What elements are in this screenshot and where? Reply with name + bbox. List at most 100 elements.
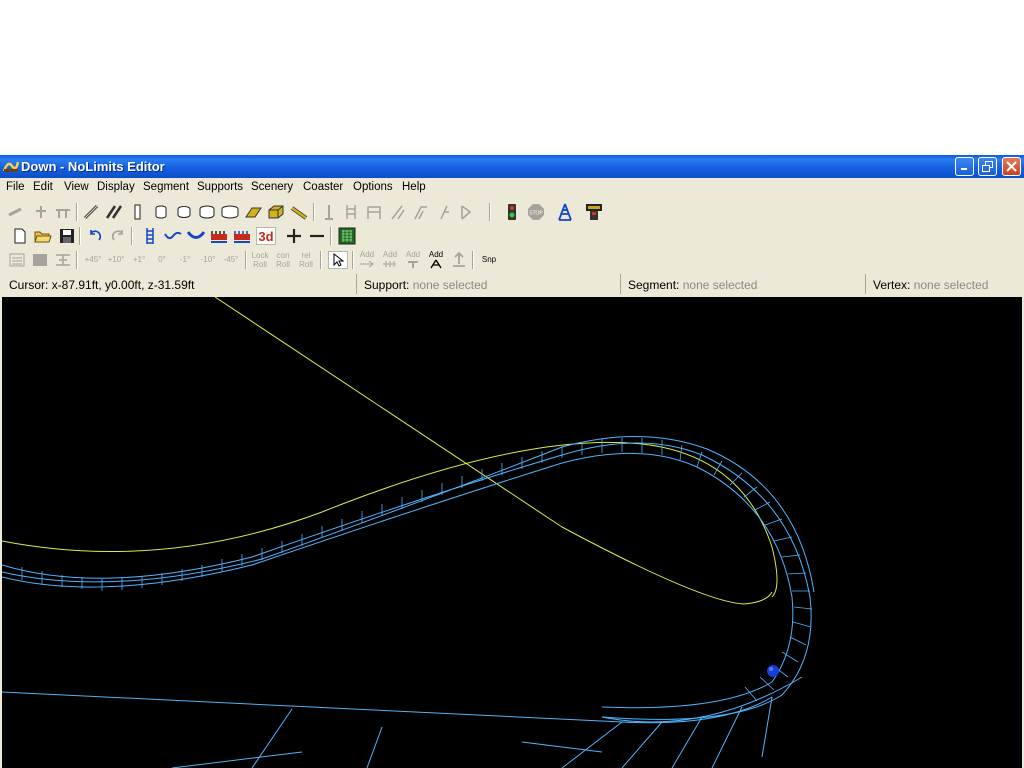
separator <box>330 227 332 245</box>
selected-vertex-marker <box>767 665 779 677</box>
cylinder-medium-icon[interactable] <box>174 203 194 221</box>
toolbar-track: STOP <box>0 200 1024 224</box>
track-valley-icon[interactable] <box>186 227 206 245</box>
rotate-minus45-button[interactable]: -45° <box>221 256 241 264</box>
segment-status-panel: Segment: none selected <box>620 274 863 294</box>
toolbar-file: 3d <box>0 224 1024 248</box>
track-wave-icon[interactable] <box>163 227 183 245</box>
support-status-panel: Support: none selected <box>356 274 618 294</box>
traffic-light-icon[interactable] <box>502 203 522 221</box>
zoom-out-icon[interactable] <box>307 227 327 245</box>
con-roll-button[interactable]: con Roll <box>273 251 293 269</box>
close-icon <box>1006 161 1017 172</box>
disabled-align-icon[interactable] <box>53 251 73 269</box>
track-vertical-icon[interactable] <box>128 203 148 221</box>
menu-segment[interactable]: Segment <box>143 181 189 193</box>
beam-tool-icon[interactable] <box>289 203 309 221</box>
disabled-frame-icon[interactable] <box>364 203 384 221</box>
support-label: Support: <box>364 278 410 292</box>
snap-button[interactable]: Snp <box>479 256 499 264</box>
toggle-3d-label: 3d <box>258 228 274 244</box>
train-red-icon[interactable] <box>209 227 229 245</box>
pointer-icon <box>333 253 344 267</box>
vertex-status-panel: Vertex: none selected <box>865 274 1022 294</box>
menu-options[interactable]: Options <box>353 181 393 193</box>
rotate-minus10-button[interactable]: -10° <box>198 256 218 264</box>
add-vertex-label: Add <box>359 250 375 259</box>
select-pointer-button[interactable] <box>328 251 348 269</box>
stop-sign-icon[interactable]: STOP <box>526 203 546 221</box>
menu-edit[interactable]: Edit <box>33 181 53 193</box>
cursor-label: Cursor: <box>9 278 49 292</box>
add-segment-button[interactable]: Add <box>380 251 400 269</box>
rel-roll-button[interactable]: rel Roll <box>296 251 316 269</box>
rotate-minus1-button[interactable]: -1° <box>175 256 195 264</box>
disabled-connector-icon[interactable] <box>53 203 73 221</box>
segment-status-text: Segment: none selected <box>628 278 757 292</box>
lower-track-lattice <box>1 676 803 768</box>
draw-double-segment-icon[interactable] <box>104 203 124 221</box>
close-button[interactable] <box>1002 157 1021 176</box>
separator <box>131 227 133 245</box>
add-support-button[interactable]: Add <box>403 251 423 269</box>
support-tower-icon[interactable] <box>555 203 575 221</box>
menu-supports[interactable]: Supports <box>197 181 243 193</box>
rotate-plus1-button[interactable]: +1° <box>129 256 149 264</box>
menu-help[interactable]: Help <box>402 181 426 193</box>
lock-roll-button[interactable]: Lock Roll <box>250 251 270 269</box>
cylinder-large-icon[interactable] <box>197 203 217 221</box>
disabled-slope-icon[interactable] <box>388 203 408 221</box>
rel-roll-top-label: rel <box>301 251 311 260</box>
menu-file[interactable]: File <box>6 181 25 193</box>
station-sign-icon[interactable] <box>584 203 604 221</box>
menu-scenery[interactable]: Scenery <box>251 181 293 193</box>
train-blue-icon[interactable] <box>232 227 252 245</box>
add-segment-icon <box>383 261 396 267</box>
cursor-value: x-87.91ft, y0.00ft, z-31.59ft <box>51 278 195 292</box>
plate-tool-icon[interactable] <box>243 203 263 221</box>
disabled-pillar-icon[interactable] <box>319 203 339 221</box>
disabled-arch-icon[interactable] <box>411 203 431 221</box>
cylinder-wide-icon[interactable] <box>220 203 240 221</box>
disabled-footer-icon[interactable] <box>449 251 469 269</box>
disabled-tool-icon[interactable] <box>6 203 26 221</box>
disabled-bend-icon[interactable] <box>434 203 454 221</box>
track-straight-icon[interactable] <box>140 227 160 245</box>
disabled-ladder-icon[interactable] <box>341 203 361 221</box>
toggle-3d-button[interactable]: 3d <box>256 227 276 245</box>
add-tower-icon <box>430 259 442 269</box>
undo-icon[interactable] <box>85 227 105 245</box>
draw-segment-icon[interactable] <box>81 203 101 221</box>
new-file-icon[interactable] <box>10 227 30 245</box>
rel-roll-bottom-label: Roll <box>299 260 313 269</box>
disabled-block-icon[interactable] <box>30 251 50 269</box>
track-wireframe-canvas[interactable] <box>1 296 1022 768</box>
lock-roll-top-label: Lock <box>251 251 269 260</box>
minimize-button[interactable] <box>955 157 974 176</box>
3d-viewport[interactable] <box>1 296 1022 768</box>
disabled-support-icon[interactable] <box>31 203 51 221</box>
block-tool-icon[interactable] <box>266 203 286 221</box>
restore-button[interactable] <box>978 157 997 176</box>
rotate-zero-button[interactable]: 0° <box>152 256 172 264</box>
minimize-icon <box>961 168 967 170</box>
save-disk-icon[interactable] <box>57 227 77 245</box>
redo-icon[interactable] <box>108 227 128 245</box>
con-roll-bottom-label: Roll <box>276 260 290 269</box>
menu-view[interactable]: View <box>64 181 89 193</box>
cylinder-small-icon[interactable] <box>151 203 171 221</box>
con-roll-top-label: con <box>276 251 290 260</box>
open-folder-icon[interactable] <box>33 227 53 245</box>
menu-display[interactable]: Display <box>97 181 135 193</box>
disabled-list-icon[interactable] <box>7 251 27 269</box>
add-tower-button[interactable]: Add <box>426 251 446 269</box>
vertex-label: Vertex: <box>873 278 911 292</box>
zoom-in-icon[interactable] <box>284 227 304 245</box>
rotate-plus45-button[interactable]: +45° <box>83 256 103 264</box>
grid-3d-icon[interactable] <box>337 227 357 245</box>
menu-coaster[interactable]: Coaster <box>303 181 343 193</box>
add-vertex-button[interactable]: Add <box>357 251 377 269</box>
separator <box>313 203 315 221</box>
disabled-brace-icon[interactable] <box>456 203 476 221</box>
rotate-plus10-button[interactable]: +10° <box>106 256 126 264</box>
